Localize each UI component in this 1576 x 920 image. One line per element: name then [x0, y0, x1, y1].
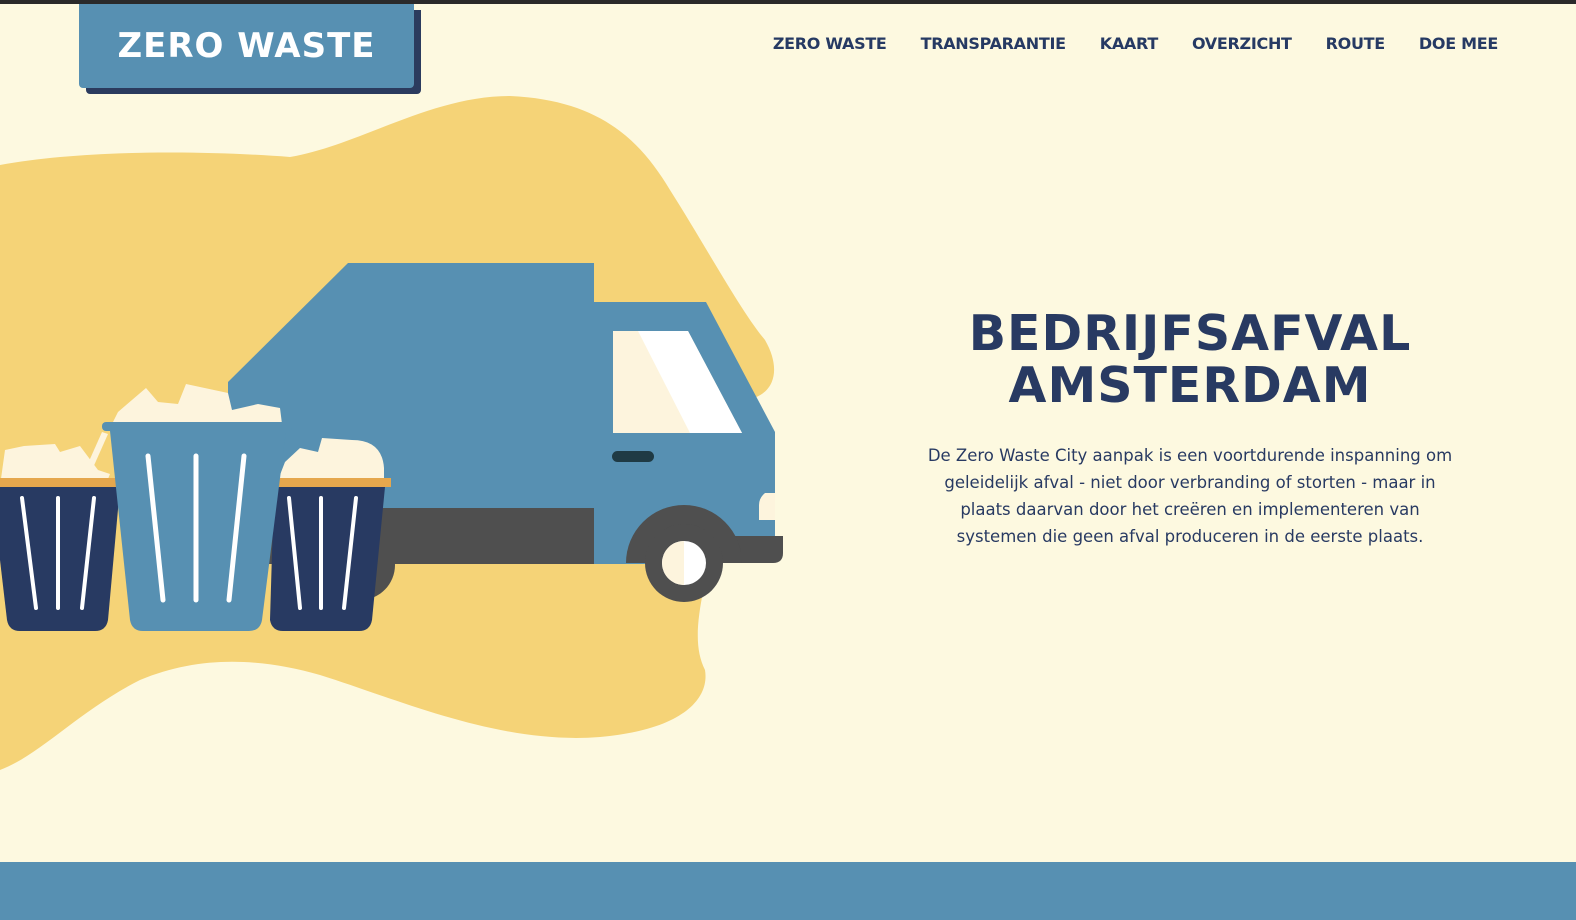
nav-item-kaart[interactable]: KAART	[1100, 34, 1158, 53]
nav-item-doe-mee[interactable]: DOE MEE	[1419, 34, 1498, 53]
hero-description: De Zero Waste City aanpak is een voortdu…	[927, 446, 1453, 546]
title-line-2: AMSTERDAM	[1008, 357, 1372, 414]
nav-item-overzicht[interactable]: OVERZICHT	[1192, 34, 1292, 53]
nav-item-transparantie[interactable]: TRANSPARANTIE	[921, 34, 1066, 53]
trash-bin-icon	[102, 384, 292, 631]
page-title: BEDRIJFSAFVAL AMSTERDAM	[900, 308, 1480, 412]
logo[interactable]: ZERO WASTE	[79, 4, 421, 94]
title-line-1: BEDRIJFSAFVAL	[968, 305, 1412, 362]
hero-section: BEDRIJFSAFVAL AMSTERDAM De Zero Waste Ci…	[900, 308, 1480, 550]
hero-illustration	[0, 96, 783, 770]
trash-bin-icon	[270, 438, 391, 631]
logo-text[interactable]: ZERO WASTE	[79, 4, 414, 88]
main-nav: ZERO WASTE TRANSPARANTIE KAART OVERZICHT…	[773, 34, 1498, 53]
footer-band	[0, 862, 1576, 920]
nav-item-route[interactable]: ROUTE	[1326, 34, 1386, 53]
nav-item-zero-waste[interactable]: ZERO WASTE	[773, 34, 887, 53]
